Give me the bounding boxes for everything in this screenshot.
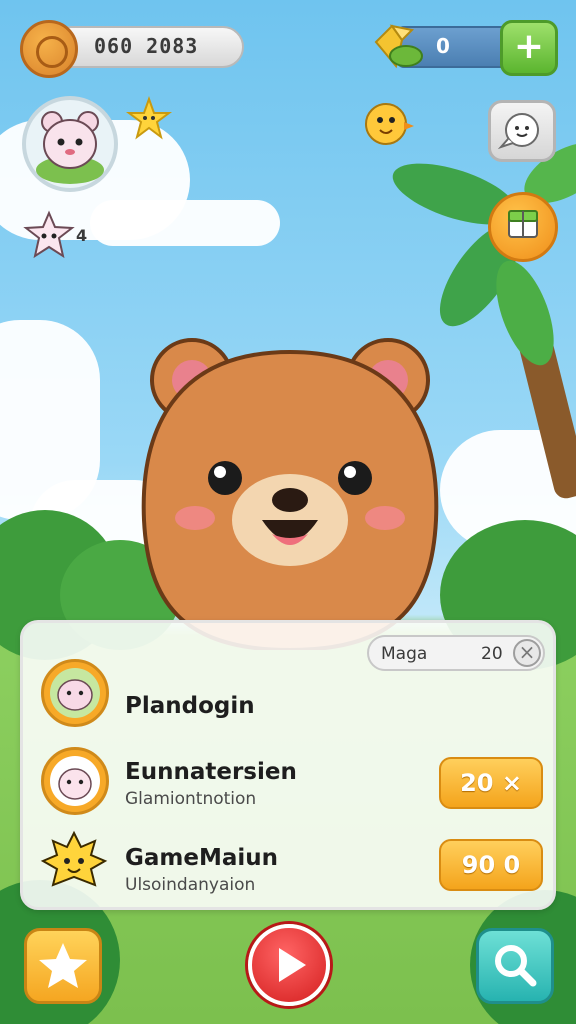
- item-avatar: [41, 659, 109, 727]
- search-tool-button[interactable]: [476, 928, 554, 1004]
- friend-count: 4: [76, 226, 88, 245]
- play-button[interactable]: [248, 924, 330, 1006]
- add-gems-button[interactable]: +: [500, 20, 558, 76]
- item-avatar: [41, 747, 109, 815]
- friend-icon: [23, 210, 75, 259]
- coin-value: 060 2083: [94, 34, 199, 58]
- play-icon: [279, 948, 306, 982]
- star-button-icon: [39, 943, 87, 988]
- item-title: Plandogin: [125, 693, 255, 719]
- speech-icon: [497, 113, 539, 150]
- item-subtitle: Glamiontnotion: [125, 789, 257, 809]
- bunny-icon: [50, 756, 100, 806]
- buy-button[interactable]: 90 0: [439, 839, 543, 891]
- gem-icon: [374, 24, 423, 69]
- shop-panel: Maga 20 × Plandogin Eunnatersien Glamion…: [20, 620, 556, 910]
- search-pill[interactable]: Maga 20 ×: [367, 635, 545, 671]
- chick-icon: [365, 103, 414, 145]
- plus-icon: +: [513, 26, 545, 67]
- coin-counter[interactable]: 060 2083: [20, 20, 244, 78]
- avatar-icon: [36, 111, 104, 184]
- player-avatar[interactable]: [22, 96, 118, 192]
- item-title: Eunnatersien: [125, 759, 297, 785]
- favorites-button[interactable]: [24, 928, 102, 1004]
- close-icon[interactable]: ×: [513, 639, 541, 667]
- item-title: GameMaiun: [125, 845, 279, 871]
- gift-icon: [508, 210, 538, 238]
- item-subtitle: Ulsoindanyaion: [125, 875, 256, 895]
- search-count: 20: [481, 644, 503, 664]
- gift-button[interactable]: [488, 192, 558, 262]
- search-tool-icon: [495, 945, 537, 987]
- cloud: [90, 200, 280, 246]
- close-label: ×: [518, 640, 536, 664]
- gem-counter: 0 +: [372, 18, 558, 78]
- search-label: Maga: [381, 644, 428, 664]
- buy-button[interactable]: 20 ×: [439, 757, 543, 809]
- game-scene: 060 2083 0 + 4 Maga 20 × Plandogin Eunna…: [0, 0, 576, 1024]
- star-icon: [126, 96, 172, 140]
- bear-character[interactable]: [140, 330, 440, 650]
- chick-face-icon: [40, 830, 108, 887]
- gem-value: 0: [436, 34, 450, 58]
- coin-icon: [20, 20, 78, 78]
- chat-button[interactable]: [488, 100, 556, 162]
- pig-icon: [50, 668, 100, 718]
